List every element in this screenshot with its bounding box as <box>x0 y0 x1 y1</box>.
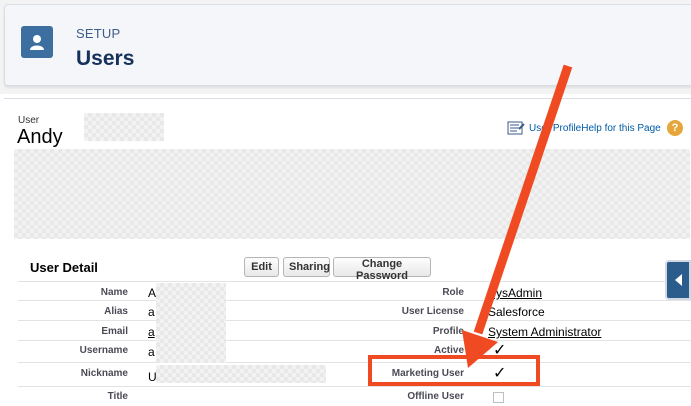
annotation-arrow <box>462 64 573 368</box>
